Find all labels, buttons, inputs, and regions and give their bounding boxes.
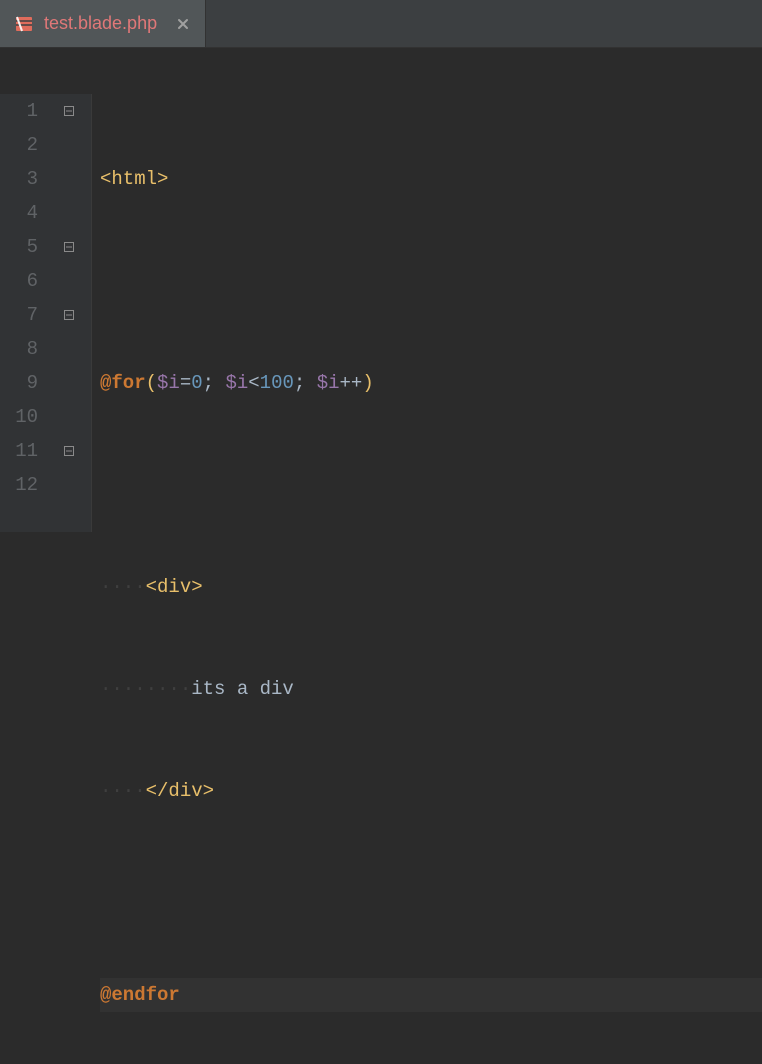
line-number: 12 <box>0 468 38 502</box>
line-number: 9 <box>0 366 38 400</box>
code-line: ····<div> <box>100 570 762 604</box>
editor: 1 2 3 4 5 6 7 8 9 10 11 12 <html> @for($… <box>0 48 762 532</box>
fold-toggle-icon[interactable] <box>62 104 76 118</box>
line-number: 10 <box>0 400 38 434</box>
code-line: @endfor <box>100 978 762 1012</box>
tab-filename: test.blade.php <box>44 13 157 34</box>
tab-bar: test.blade.php <box>0 0 762 48</box>
blade-file-icon <box>14 14 34 34</box>
code-line <box>100 468 762 502</box>
line-number: 2 <box>0 128 38 162</box>
code-line: ····</div> <box>100 774 762 808</box>
code-line: ········its a div <box>100 672 762 706</box>
fold-toggle-icon[interactable] <box>62 240 76 254</box>
close-icon[interactable] <box>175 16 191 32</box>
line-number: 3 <box>0 162 38 196</box>
editor-tab[interactable]: test.blade.php <box>0 0 206 47</box>
fold-end-icon[interactable] <box>62 308 76 322</box>
code-line: <html> <box>100 162 762 196</box>
line-number: 4 <box>0 196 38 230</box>
line-number: 6 <box>0 264 38 298</box>
code-line <box>100 876 762 910</box>
line-number: 7 <box>0 298 38 332</box>
line-number: 8 <box>0 332 38 366</box>
fold-gutter <box>52 94 92 532</box>
line-number: 1 <box>0 94 38 128</box>
code-line: @for($i=0; $i<100; $i++) <box>100 366 762 400</box>
line-number: 11 <box>0 434 38 468</box>
fold-end-icon[interactable] <box>62 444 76 458</box>
line-number: 5 <box>0 230 38 264</box>
code-content[interactable]: <html> @for($i=0; $i<100; $i++) ····<div… <box>92 94 762 532</box>
line-number-gutter: 1 2 3 4 5 6 7 8 9 10 11 12 <box>0 94 52 532</box>
code-line <box>100 264 762 298</box>
